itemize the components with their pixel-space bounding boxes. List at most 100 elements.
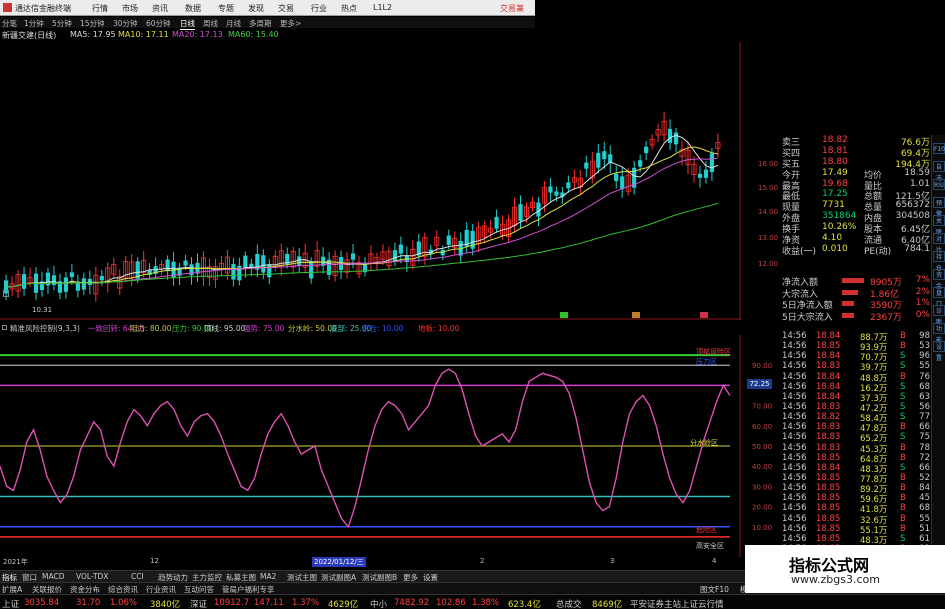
zx-index-pct: 1.38%	[472, 598, 500, 608]
period-more[interactable]: 更多>	[280, 18, 301, 29]
sidebar-icon-7[interactable]: 资金	[933, 269, 945, 290]
trade-price: 18.84	[816, 462, 841, 473]
trade-price: 18.85	[816, 452, 841, 463]
trade-price: 18.83	[816, 361, 841, 372]
trade-side: B	[900, 422, 906, 433]
candle-body	[446, 235, 451, 245]
trade-row: 14:56 18.84 48.8万 B 76	[782, 372, 930, 384]
quote-value: 17.25	[822, 189, 848, 200]
event-marker-icon[interactable]	[700, 312, 708, 318]
menu-zixun[interactable]: 资讯	[152, 3, 168, 14]
trade-time: 14:56	[782, 472, 807, 483]
current-indicator-value: 72.25	[747, 379, 772, 389]
sidebar-icon-5[interactable]: 对比	[933, 233, 945, 254]
period-15min[interactable]: 15分钟	[80, 18, 105, 29]
event-marker-icon[interactable]	[632, 312, 640, 318]
trade-price: 18.83	[816, 432, 841, 443]
menu-jiaoyi[interactable]: 交易	[278, 3, 294, 14]
sidebar-icon-0[interactable]: F10	[933, 143, 945, 154]
app-logo-icon	[3, 3, 12, 12]
indicator-legend: 精准风险控制(9,3,3) 一致回转: 64.53 阻力: 80.00 压力: 90…	[0, 322, 470, 334]
candle-body	[518, 204, 523, 221]
candle-body	[548, 186, 553, 193]
ma10-line	[6, 146, 719, 288]
ma-legend: 新疆交建(日线) MA5: 17.95 MA10: 17.11 MA20: 17…	[0, 30, 330, 41]
expand-icon[interactable]	[3, 290, 9, 297]
trade-time: 14:56	[782, 381, 807, 392]
tab-4[interactable]: CCI	[131, 572, 144, 581]
menu-hangye[interactable]: 行业	[311, 3, 327, 14]
menu-l1l2[interactable]: L1L2	[373, 3, 392, 12]
trade-row: 14:56 18.83 45.3万 B 78	[782, 442, 930, 455]
tab-2[interactable]: MACD	[42, 572, 64, 581]
quote-value: 0.010	[822, 243, 848, 254]
indicator-tick-4: 50.00	[752, 443, 772, 451]
ma10-label: MA10: 17.11	[118, 30, 169, 39]
trade-price: 18.84	[816, 351, 841, 362]
tab-3[interactable]: VOL-TDX	[76, 572, 108, 581]
trade-link[interactable]: 交易兼	[500, 3, 524, 14]
sidebar-icon-2[interactable]: RSI	[933, 179, 945, 190]
trade-count: 66	[919, 422, 930, 433]
date-label-mid2: 2	[480, 557, 485, 565]
trade-price: 18.83	[816, 401, 841, 412]
sidebar-icon-3[interactable]: 预警	[933, 197, 945, 218]
menu-hangqing[interactable]: 行情	[92, 3, 108, 14]
sidebar-icon-10[interactable]: 功能	[933, 323, 945, 344]
period-multi[interactable]: 多周期	[249, 18, 272, 29]
period-30min[interactable]: 30分钟	[113, 18, 138, 29]
period-weekly[interactable]: 周线	[203, 18, 218, 29]
trade-count: 68	[919, 381, 930, 392]
candle-body	[494, 216, 499, 229]
period-1min[interactable]: 1分钟	[24, 18, 44, 29]
period-monthly[interactable]: 月线	[226, 18, 241, 29]
period-5min[interactable]: 5分钟	[52, 18, 72, 29]
quote-row: 收益(一) 0.010 PE(动) 784.1	[782, 243, 930, 257]
tick-trades-list[interactable]: 14:56 18.84 88.7万 B 98 14:56 18.85 93.9万 B 53 14:5…	[782, 331, 930, 556]
menu-zhuanti[interactable]: 专题	[218, 3, 234, 14]
sidebar-icon-4[interactable]: 关联	[933, 215, 945, 236]
menu-redian[interactable]: 热点	[341, 3, 357, 14]
candle-body	[398, 244, 403, 254]
indicator-chart[interactable]: 90.0080.0070.0060.0050.0040.0030.0020.00…	[0, 335, 780, 557]
sz-index-pct: 1.37%	[292, 598, 320, 608]
trade-side: B	[900, 493, 906, 504]
period-60min[interactable]: 60分钟	[146, 18, 171, 29]
zone-label-middle: 分水岭区	[690, 438, 718, 447]
menu-shichang[interactable]: 市场	[122, 3, 138, 14]
quote-value: 18.80	[822, 156, 848, 167]
event-marker-icon[interactable]	[560, 312, 568, 318]
period-daily[interactable]: 日线	[180, 18, 195, 30]
sidebar-icon-11[interactable]: 设置	[933, 341, 945, 362]
trade-side: B	[900, 523, 906, 534]
indicator-toggle-icon[interactable]	[2, 325, 7, 330]
candle-body	[63, 277, 69, 292]
kline-chart[interactable]: 16.00 15.00 14.00 13.00 12.00	[0, 42, 780, 320]
period-fenbi[interactable]: 分笔	[2, 18, 17, 29]
fund-flow-row: 净流入额 8905万 7%	[782, 275, 930, 288]
menu-faxian[interactable]: 发现	[248, 3, 264, 14]
trade-side: S	[900, 412, 906, 423]
date-label-left: 2021年	[3, 558, 28, 566]
sh-index-change: 31.70	[76, 598, 101, 608]
fund-flow-pct: 0%	[915, 309, 930, 320]
candle-body	[667, 128, 673, 143]
trade-row: 14:56 18.85 48.3万 S 61	[782, 534, 930, 546]
sidebar-icon-6[interactable]: 持仓	[933, 251, 945, 272]
trade-row: 14:56 18.85 64.8万 B 72	[782, 452, 930, 465]
trade-time: 14:56	[782, 442, 807, 453]
sidebar-icon-9[interactable]: 诊断	[933, 305, 945, 326]
tab-8[interactable]: MA2	[260, 572, 276, 581]
sidebar-icon-8[interactable]: 盘口	[933, 287, 945, 308]
right-toolbar: F10 自选 RSI 预警 关联 对比 持仓 资金 盘口 诊断 功能 设置	[931, 135, 945, 575]
candle-body	[614, 173, 619, 182]
zone-label-lower: 危险区	[696, 525, 717, 534]
trade-count: 55	[919, 513, 930, 524]
sz-index-label: 深证	[190, 600, 208, 609]
trade-side: S	[900, 381, 906, 392]
trade-time: 14:56	[782, 331, 807, 341]
sidebar-icon-1[interactable]: 自选	[933, 161, 945, 182]
menu-shuju[interactable]: 数据	[185, 3, 201, 14]
quote-row: 卖三 18.82 76.6万	[782, 135, 930, 148]
trade-count: 66	[919, 462, 930, 473]
